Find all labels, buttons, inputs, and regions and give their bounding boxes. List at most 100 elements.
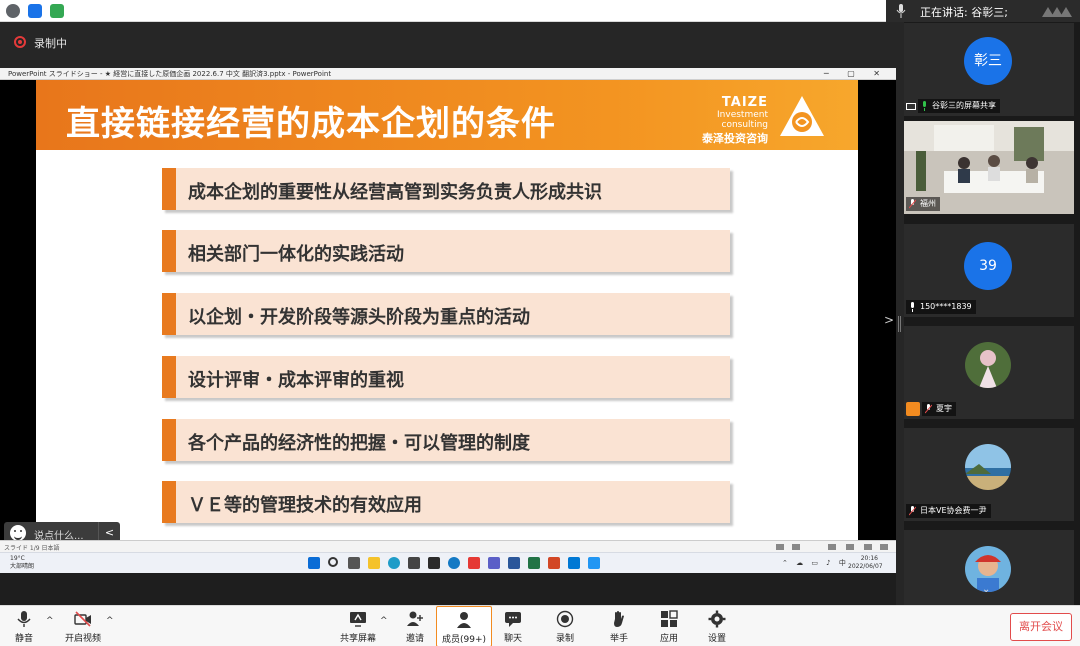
leave-meeting-button[interactable]: 离开会议 [1010, 613, 1072, 641]
apps-label: 应用 [659, 634, 678, 644]
active-speaker-bar: 正在讲话: 谷彰三; [886, 0, 1080, 22]
participant-tile[interactable]: 福州 [904, 121, 1074, 214]
bullet-bar [162, 419, 176, 461]
members-icon [457, 612, 471, 628]
record-icon [556, 610, 574, 628]
taize-logo-icon [780, 96, 824, 136]
members-label: 成员(99+) [441, 635, 487, 645]
bullet-text: ＶＥ等的管理技术的有效应用 [188, 495, 422, 516]
hand-icon [614, 611, 624, 627]
invite-label: 邀请 [405, 634, 424, 644]
participant-tile[interactable]: 彰三 谷彰三的屏幕共享 [904, 23, 1074, 116]
ppt-title-bar: PowerPoint スライドショー - ★ 経営に直接した原価企画 2022.… [0, 68, 896, 80]
zoom-icon[interactable] [880, 544, 888, 550]
photos-icon[interactable] [588, 557, 600, 569]
share-options-icon[interactable]: ^ [380, 616, 388, 626]
participant-tile[interactable]: 夏宇 [904, 326, 1074, 419]
youtube-icon[interactable] [468, 557, 480, 569]
excel-icon[interactable] [528, 557, 540, 569]
avatar [965, 444, 1011, 490]
mute-label: 静音 [14, 634, 33, 644]
mic-icon [17, 611, 31, 627]
app-icon[interactable] [428, 557, 440, 569]
participant-name-tag: 150****1839 [906, 300, 976, 314]
clock-date: 2022/06/07 [848, 563, 883, 570]
tray-icons[interactable]: ⌃ ☁ ▭ ♪ [782, 559, 834, 567]
bullet-bar [162, 230, 176, 272]
weather-desc: 大部晴朗 [10, 563, 35, 570]
brand-cn: 泰泽投资咨询 [702, 132, 768, 145]
signal-icon[interactable] [50, 4, 64, 18]
grid-view-icon[interactable] [828, 544, 836, 550]
slideshow-icon[interactable] [864, 544, 872, 550]
start-video-button[interactable]: 开启视频 [60, 606, 106, 646]
top-strip [0, 0, 886, 22]
outlook-icon[interactable] [568, 557, 580, 569]
grip-icon [898, 316, 901, 332]
participant-tile[interactable]: 日本VE协会费一尹 [904, 428, 1074, 521]
video-label: 开启视频 [64, 634, 101, 644]
taskbar-clock[interactable]: 20:16 2022/06/07 [848, 555, 883, 571]
slide-header: 直接链接经营的成本企划的条件 TAIZE Investment consulti… [36, 80, 858, 150]
bullet-text: 以企划・开发阶段等源头阶段为重点的活动 [188, 307, 530, 328]
record-button[interactable]: 录制 [548, 606, 582, 646]
panel-resize-handle[interactable] [896, 22, 904, 606]
bullet-text: 成本企划的重要性从经营高管到实务负责人形成共识 [188, 182, 602, 203]
bullet-item: 以企划・开发阶段等源头阶段为重点的活动 [162, 293, 730, 335]
bullet-text: 相关部门一体化的实践活动 [188, 244, 404, 265]
mic-muted-icon [909, 199, 916, 209]
scroll-down-icon[interactable]: ⌄ [982, 584, 990, 595]
shield-icon[interactable] [28, 4, 42, 18]
participant-tile[interactable]: 39 150****1839 [904, 224, 1074, 317]
apps-button[interactable]: 应用 [652, 606, 686, 646]
prev-slide-icon[interactable] [776, 544, 784, 550]
recording-bar: 录制中 [0, 22, 896, 68]
active-speaker-label: 正在讲话: 谷彰三; [920, 6, 1008, 19]
raise-hand-label: 举手 [609, 634, 628, 644]
system-tray[interactable]: ⌃ ☁ ▭ ♪ 中 [782, 558, 849, 568]
settings-label: 设置 [707, 634, 726, 644]
audio-options-icon[interactable]: ^ [46, 616, 54, 626]
invite-button[interactable]: 邀请 [398, 606, 432, 646]
powerpoint-icon[interactable] [548, 557, 560, 569]
participant-name-tag: 谷彰三的屏幕共享 [918, 99, 1000, 113]
windows-taskbar: 19°C 大部晴朗 ⌃ ☁ ▭ ♪ 中 20:16 2022/06/07 [0, 552, 896, 573]
edge-icon[interactable] [388, 557, 400, 569]
dell-icon[interactable] [448, 557, 460, 569]
participant-name: 日本VE协会费一尹 [920, 506, 987, 515]
search-icon[interactable] [328, 557, 338, 567]
window-controls[interactable]: ─ ▢ ✕ [824, 68, 888, 79]
mic-icon [911, 302, 914, 312]
participant-name: 谷彰三的屏幕共享 [932, 101, 996, 110]
start-icon[interactable] [308, 557, 320, 569]
chat-label: 聊天 [503, 634, 522, 644]
screen-margin [0, 573, 896, 605]
slide: 直接链接经营的成本企划的条件 TAIZE Investment consulti… [36, 80, 858, 540]
recording-icon [14, 36, 26, 48]
emoji-icon[interactable] [10, 525, 26, 541]
raise-hand-button[interactable]: 举手 [602, 606, 636, 646]
bullet-item: 成本企划的重要性从经营高管到实务负责人形成共识 [162, 168, 730, 210]
collapse-panel-icon[interactable]: > [884, 313, 894, 327]
mute-button[interactable]: 静音 [4, 606, 44, 646]
word-icon[interactable] [508, 557, 520, 569]
participant-tile[interactable]: ⌄ [904, 530, 1074, 605]
notes-icon[interactable] [792, 544, 800, 550]
settings-button[interactable]: 设置 [700, 606, 734, 646]
chat-button[interactable]: 聊天 [496, 606, 530, 646]
ppt-status-text: スライド 1/9 日本語 [4, 545, 60, 552]
mic-muted-icon [925, 404, 932, 414]
recording-label: 录制中 [34, 37, 67, 50]
slide-gutter [0, 80, 36, 540]
task-view-icon[interactable] [348, 557, 360, 569]
video-options-icon[interactable]: ^ [106, 616, 114, 626]
info-icon[interactable] [6, 4, 20, 18]
brand-sub: Investment consulting [717, 110, 768, 130]
weather-widget[interactable]: 19°C 大部晴朗 [10, 555, 34, 571]
members-button[interactable]: 成员(99+) [436, 606, 492, 646]
explorer-icon[interactable] [368, 557, 380, 569]
reading-view-icon[interactable] [846, 544, 854, 550]
share-screen-button[interactable]: 共享屏幕 [338, 606, 378, 646]
store-icon[interactable] [408, 557, 420, 569]
teams-icon[interactable] [488, 557, 500, 569]
